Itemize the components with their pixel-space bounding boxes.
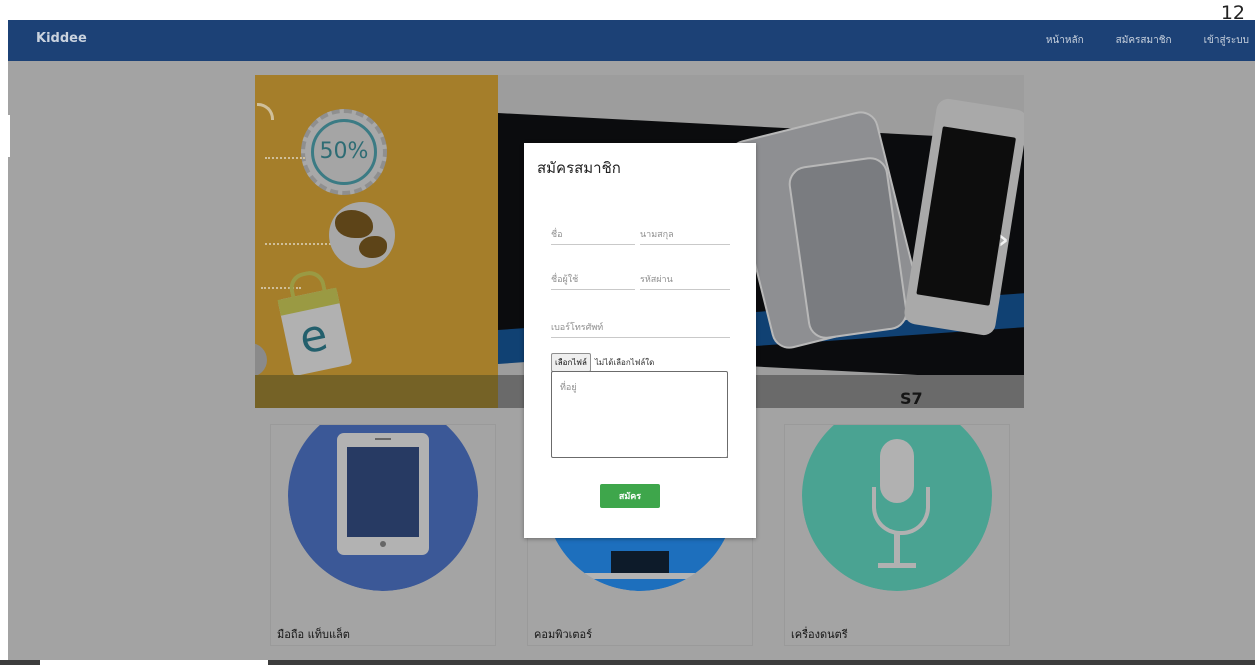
- category-label[interactable]: คอมพิวเตอร์: [534, 625, 592, 643]
- nav-link-home[interactable]: หน้าหลัก: [1046, 33, 1084, 48]
- category-card-music[interactable]: เครื่องดนตรี: [784, 424, 1010, 646]
- nav-link-login[interactable]: เข้าสู่ระบบ: [1204, 33, 1249, 48]
- tablet-icon: [337, 433, 429, 555]
- top-navbar: Kiddee หน้าหลัก สมัครสมาชิก เข้าสู่ระบบ: [8, 20, 1255, 61]
- chevron-right-icon[interactable]: ›: [998, 225, 1009, 255]
- nav-link-register[interactable]: สมัครสมาชิก: [1116, 33, 1172, 48]
- page-number: 12: [1220, 2, 1245, 24]
- brand-logo[interactable]: Kiddee: [36, 31, 87, 46]
- discount-badge: 50%: [301, 109, 387, 195]
- password-field[interactable]: [640, 271, 730, 290]
- monitor-icon: [611, 551, 669, 573]
- decorative-circle: [255, 343, 267, 377]
- choose-file-button[interactable]: เลือกไฟล์: [551, 353, 591, 372]
- address-field[interactable]: [551, 371, 728, 458]
- last-name-field[interactable]: [640, 226, 730, 245]
- category-card-mobile[interactable]: มือถือ แท็บแล็ต: [270, 424, 496, 646]
- dotted-line: [265, 243, 331, 245]
- username-field[interactable]: [551, 271, 635, 290]
- carousel-caption: S7: [900, 389, 923, 408]
- wifi-icon: [257, 103, 274, 120]
- file-upload: เลือกไฟล์ ไม่ได้เลือกไฟล์ใด: [551, 353, 654, 372]
- modal-title: สมัครสมาชิก: [537, 159, 621, 177]
- taskbar-strip: [0, 660, 1255, 665]
- resize-handle-icon[interactable]: [721, 451, 728, 458]
- shopping-bag-icon: e: [277, 268, 353, 377]
- phone-field[interactable]: [551, 319, 730, 338]
- category-image: [802, 425, 992, 591]
- register-modal: สมัครสมาชิก เลือกไฟล์ ไม่ได้เลือกไฟล์ใด …: [524, 143, 756, 538]
- globe-icon: [329, 202, 395, 268]
- category-image: [288, 425, 478, 591]
- category-label[interactable]: เครื่องดนตรี: [791, 625, 848, 643]
- category-label[interactable]: มือถือ แท็บแล็ต: [277, 625, 350, 643]
- first-name-field[interactable]: [551, 226, 635, 245]
- promo-slide: 50% e: [255, 75, 498, 408]
- discount-badge-text: 50%: [311, 119, 377, 185]
- dotted-line: [265, 157, 305, 159]
- nav-links: หน้าหลัก สมัครสมาชิก เข้าสู่ระบบ: [1046, 33, 1249, 48]
- edge-marker: [8, 115, 10, 157]
- submit-button[interactable]: สมัคร: [600, 484, 660, 508]
- file-status: ไม่ได้เลือกไฟล์ใด: [594, 358, 655, 367]
